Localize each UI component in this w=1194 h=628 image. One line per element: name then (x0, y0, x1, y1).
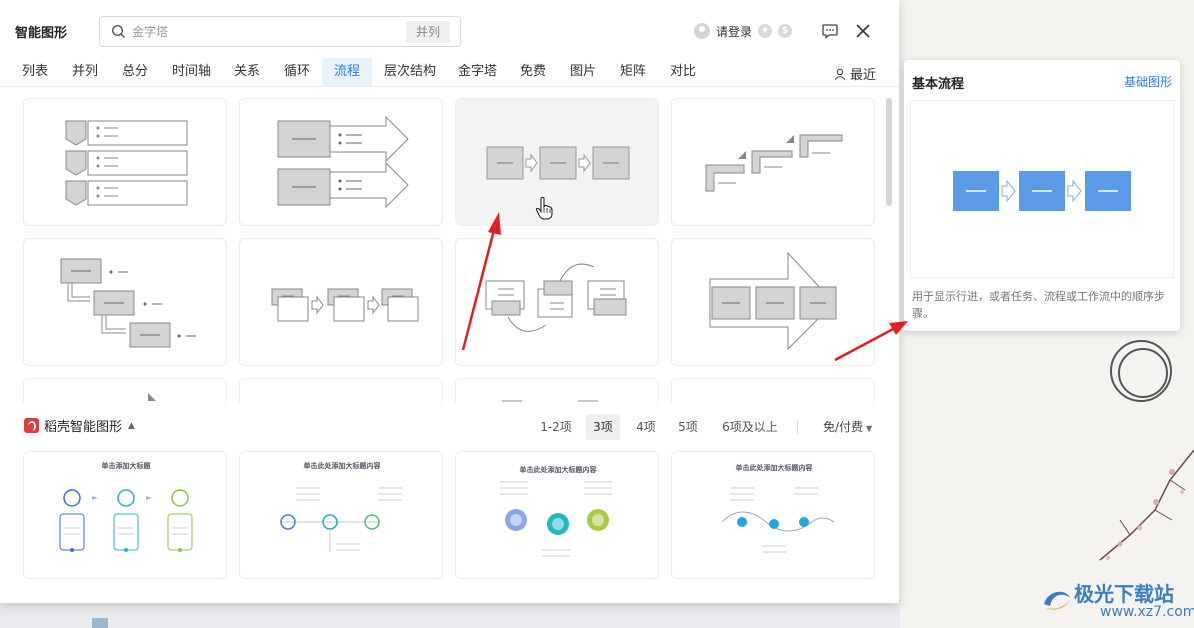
tab-list[interactable]: 列表 (22, 58, 48, 86)
tabs-divider (0, 86, 899, 87)
background-branch-decoration (1099, 449, 1194, 561)
count-filter-1-2[interactable]: 1-2项 (533, 414, 579, 440)
template-preview (65, 120, 188, 206)
tab-hierarchy[interactable]: 层次结构 (384, 58, 436, 86)
count-filter-5[interactable]: 5项 (671, 414, 705, 440)
pay-filter-dropdown[interactable]: 免/付费 ▼ (823, 418, 872, 435)
watermark-main-text: 极光下载站 (1074, 582, 1174, 606)
tab-picture[interactable]: 图片 (570, 58, 596, 86)
membership-badge-icon: ♦ (758, 24, 773, 38)
watermark: 极光下载站 www.xz7.com (1040, 578, 1194, 624)
watermark-url-text: www.xz7.com (1100, 604, 1194, 620)
tab-relation[interactable]: 关系 (234, 58, 260, 86)
template-card-descending-steps[interactable] (23, 238, 227, 366)
tab-compare[interactable]: 对比 (670, 58, 696, 86)
background-status-strip (0, 600, 900, 628)
tab-parallel[interactable]: 并列 (72, 58, 98, 86)
chevron-down-icon: ▼ (866, 424, 873, 433)
preview-description: 用于显示行进，或者任务、流程或工作流中的顺序步骤。 (912, 290, 1165, 320)
background-thumbnail (92, 618, 108, 628)
tab-process[interactable]: 流程 (322, 58, 373, 86)
basic-shapes-link[interactable]: 基础图形 (1124, 73, 1172, 90)
tab-pyramid[interactable]: 金字塔 (458, 58, 497, 86)
basic-process-preview (953, 171, 1131, 211)
background-ring-decoration (1110, 340, 1172, 402)
category-tabs: 列表 并列 总分 时间轴 关系 循环 流程 层次结构 金字塔 免费 图片 矩阵 … (12, 58, 887, 86)
login-link[interactable]: 请登录 (716, 23, 752, 40)
tab-cycle[interactable]: 循环 (284, 58, 310, 86)
preview-title: 基本流程 (912, 77, 965, 92)
coin-badge-icon: $ (778, 24, 793, 38)
docer-section-title: 稻壳智能图形 (44, 420, 123, 435)
recent-button[interactable]: 最近 (834, 64, 876, 83)
smart-graphic-dialog: 智能图形 并列 请登录 ♦ $ 列表 并列 总分 时间轴 关系 循环 流程 层次… (0, 0, 899, 603)
template-card-cycle-process[interactable] (455, 238, 659, 366)
tab-free[interactable]: 免费 (520, 58, 546, 86)
template-preview (705, 134, 843, 192)
hand-cursor-icon (535, 197, 553, 220)
search-input[interactable] (132, 22, 402, 42)
tab-timeline[interactable]: 时间轴 (172, 58, 211, 86)
preview-canvas (910, 100, 1174, 278)
docer-template-card[interactable]: 单击添加大标题 (23, 451, 227, 579)
search-icon (111, 24, 125, 38)
docer-template-card[interactable]: 单击此处添加大标题内容 (239, 451, 443, 579)
template-card-stacked-process[interactable] (239, 238, 443, 366)
docer-logo-icon (24, 418, 39, 433)
feedback-icon[interactable] (821, 22, 839, 40)
template-preview (485, 263, 627, 332)
docer-template-card[interactable]: 单击此处添加大标题内容 (455, 451, 659, 579)
login-area[interactable]: 请登录 ♦ $ (694, 21, 793, 41)
recent-label: 最近 (850, 68, 877, 83)
tab-hierarchy-summary[interactable]: 总分 (122, 58, 148, 86)
close-icon[interactable] (853, 21, 873, 41)
docer-section-toggle[interactable]: 稻壳智能图形 ▲ (24, 416, 135, 435)
template-preview (709, 251, 837, 351)
template-card-staircase[interactable] (671, 98, 875, 226)
search-box[interactable]: 并列 (99, 16, 461, 47)
count-filter-4[interactable]: 4项 (629, 414, 663, 440)
template-card-vertical-chevron-list[interactable] (23, 98, 227, 226)
pay-filter-label: 免/付费 (823, 420, 864, 434)
template-preview (271, 288, 419, 322)
template-card-arrow-list[interactable] (239, 98, 443, 226)
count-filter-6-plus[interactable]: 6项及以上 (717, 414, 783, 440)
template-preview (721, 487, 835, 553)
avatar-icon (694, 23, 710, 39)
search-suggestion-tag[interactable]: 并列 (405, 21, 450, 43)
tab-matrix[interactable]: 矩阵 (620, 58, 646, 86)
template-card-process-arrow[interactable] (671, 238, 875, 366)
template-preview (486, 146, 630, 180)
template-card-basic-process[interactable] (455, 98, 659, 226)
template-preview-panel: 基本流程 基础图形 用于显示行进，或者任务、流程或工作流中的顺序步骤。 (904, 60, 1180, 331)
docer-template-card[interactable]: 单击此处添加大标题内容 (671, 451, 875, 579)
vertical-scrollbar[interactable] (886, 98, 892, 206)
template-preview (60, 258, 196, 348)
count-filter-3[interactable]: 3项 (586, 414, 620, 440)
user-icon (834, 68, 846, 80)
template-preview (277, 115, 409, 209)
chevron-up-icon: ▲ (128, 420, 135, 431)
template-preview (280, 487, 402, 552)
filter-divider (797, 420, 798, 434)
template-preview (500, 481, 612, 557)
template-preview (59, 489, 193, 552)
dialog-title: 智能图形 (15, 26, 68, 41)
